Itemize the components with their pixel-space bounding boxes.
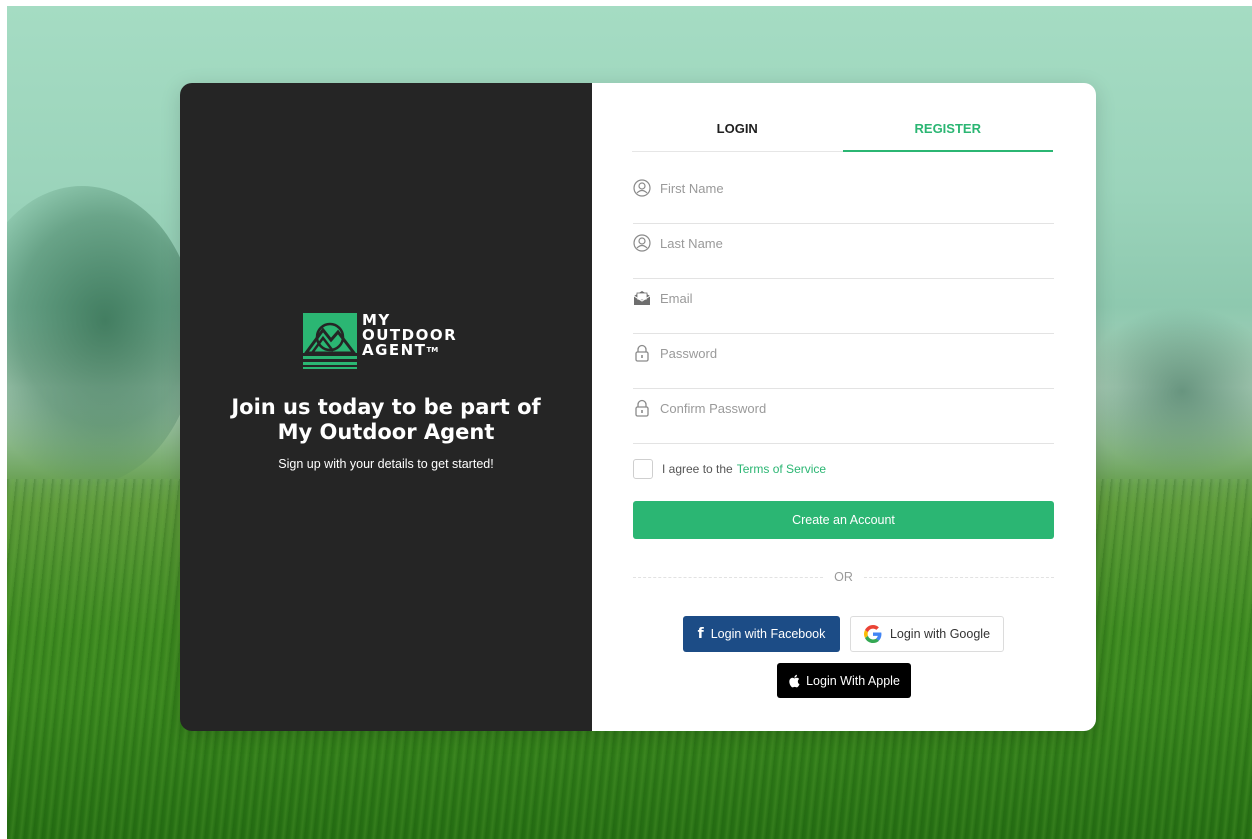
login-apple-button[interactable]: Login With Apple <box>777 663 911 698</box>
apple-label: Login With Apple <box>806 673 900 688</box>
form-panel: LOGIN REGISTER First Name Last Name Emai… <box>592 83 1096 731</box>
terms-agreement: I agree to the Terms of Service <box>633 458 826 480</box>
google-label: Login with Google <box>889 627 991 641</box>
or-divider: OR <box>633 569 1054 585</box>
last-name-input[interactable] <box>660 231 1040 255</box>
intro-subline: Sign up with your details to get started… <box>278 457 494 471</box>
last-name-field <box>633 223 1054 279</box>
user-icon <box>633 179 651 197</box>
login-facebook-button[interactable]: f Login with Facebook <box>683 616 840 652</box>
tab-register[interactable]: REGISTER <box>842 107 1054 152</box>
mail-icon <box>633 291 651 305</box>
trademark: TM <box>426 346 439 354</box>
terms-prefix: I agree to the <box>662 462 733 476</box>
password-input[interactable] <box>660 341 1040 365</box>
headline-line-2: My Outdoor Agent <box>277 420 495 444</box>
logo-line-agent: AGENTTM <box>362 343 457 358</box>
google-icon <box>863 625 882 643</box>
brand-logo: MY OUTDOOR AGENTTM <box>303 313 473 369</box>
facebook-icon: f <box>697 626 704 642</box>
facebook-label: Login with Facebook <box>710 627 826 641</box>
password-field <box>633 333 1054 389</box>
terms-checkbox[interactable] <box>633 459 653 479</box>
email-input[interactable] <box>660 286 1040 310</box>
logo-line-agent-text: AGENT <box>362 341 427 359</box>
apple-icon <box>789 674 800 687</box>
headline-line-1: Join us today to be part of <box>231 395 541 419</box>
tab-login[interactable]: LOGIN <box>632 107 843 151</box>
or-label: OR <box>834 570 853 584</box>
create-account-button[interactable]: Create an Account <box>633 501 1054 539</box>
login-google-button[interactable]: Login with Google <box>850 616 1004 652</box>
lock-icon <box>635 399 649 417</box>
register-card: MY OUTDOOR AGENTTM Join us today to be p… <box>180 83 1096 731</box>
mountain-logo-icon <box>303 313 357 369</box>
confirm-password-input[interactable] <box>660 396 1040 420</box>
brand-panel: MY OUTDOOR AGENTTM Join us today to be p… <box>180 83 592 731</box>
first-name-input[interactable] <box>660 176 1040 200</box>
lock-icon <box>635 344 649 362</box>
intro-headline: Join us today to be part of My Outdoor A… <box>180 395 592 445</box>
auth-tabs: LOGIN REGISTER <box>632 107 1053 152</box>
user-icon <box>633 234 651 252</box>
terms-of-service-link[interactable]: Terms of Service <box>737 462 826 476</box>
confirm-password-field <box>633 388 1054 444</box>
first-name-field <box>633 168 1054 224</box>
brand-wordmark: MY OUTDOOR AGENTTM <box>362 313 457 358</box>
email-field <box>633 278 1054 334</box>
